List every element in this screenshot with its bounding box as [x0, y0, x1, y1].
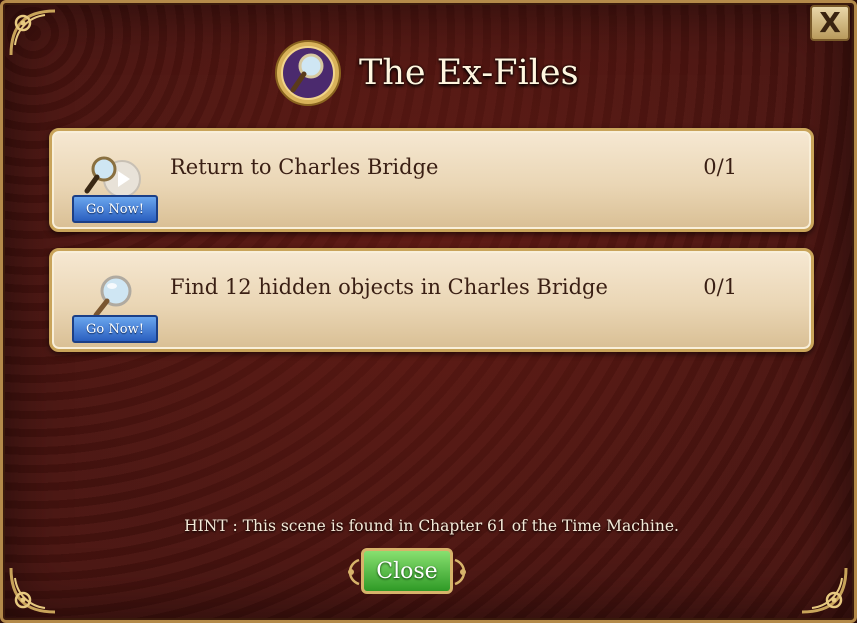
close-button[interactable]: Close	[361, 548, 453, 594]
corner-ornament-icon	[801, 567, 848, 614]
corner-ornament-icon	[9, 567, 56, 614]
close-x-button[interactable]: X	[810, 5, 850, 41]
close-icon: X	[819, 6, 841, 39]
magnifier-icon	[93, 275, 132, 318]
go-now-button[interactable]: Go Now!	[72, 315, 158, 343]
task-row: Go Now! Find 12 hidden objects in Charle…	[49, 248, 814, 352]
page-title: The Ex-Files	[359, 53, 579, 93]
task-row: Go Now! Return to Charles Bridge 0/1	[49, 128, 814, 232]
magnifier-scene-icon	[84, 156, 141, 198]
hint-text: HINT : This scene is found in Chapter 61…	[184, 517, 679, 535]
task-label: Find 12 hidden objects in Charles Bridge	[170, 275, 608, 299]
dialog-header: The Ex-Files	[273, 39, 579, 107]
task-label: Return to Charles Bridge	[170, 155, 439, 179]
magnifier-medal-icon	[275, 40, 341, 106]
corner-ornament-icon	[9, 9, 56, 56]
task-progress-count: 0/1	[703, 155, 737, 179]
close-button-group: Close	[343, 546, 471, 598]
ex-files-dialog: X The Ex-Files Go Now! Return to Charles…	[0, 0, 857, 623]
flourish-icon	[454, 558, 466, 586]
flourish-icon	[348, 558, 360, 586]
task-progress-count: 0/1	[703, 275, 737, 299]
go-now-button[interactable]: Go Now!	[72, 195, 158, 223]
